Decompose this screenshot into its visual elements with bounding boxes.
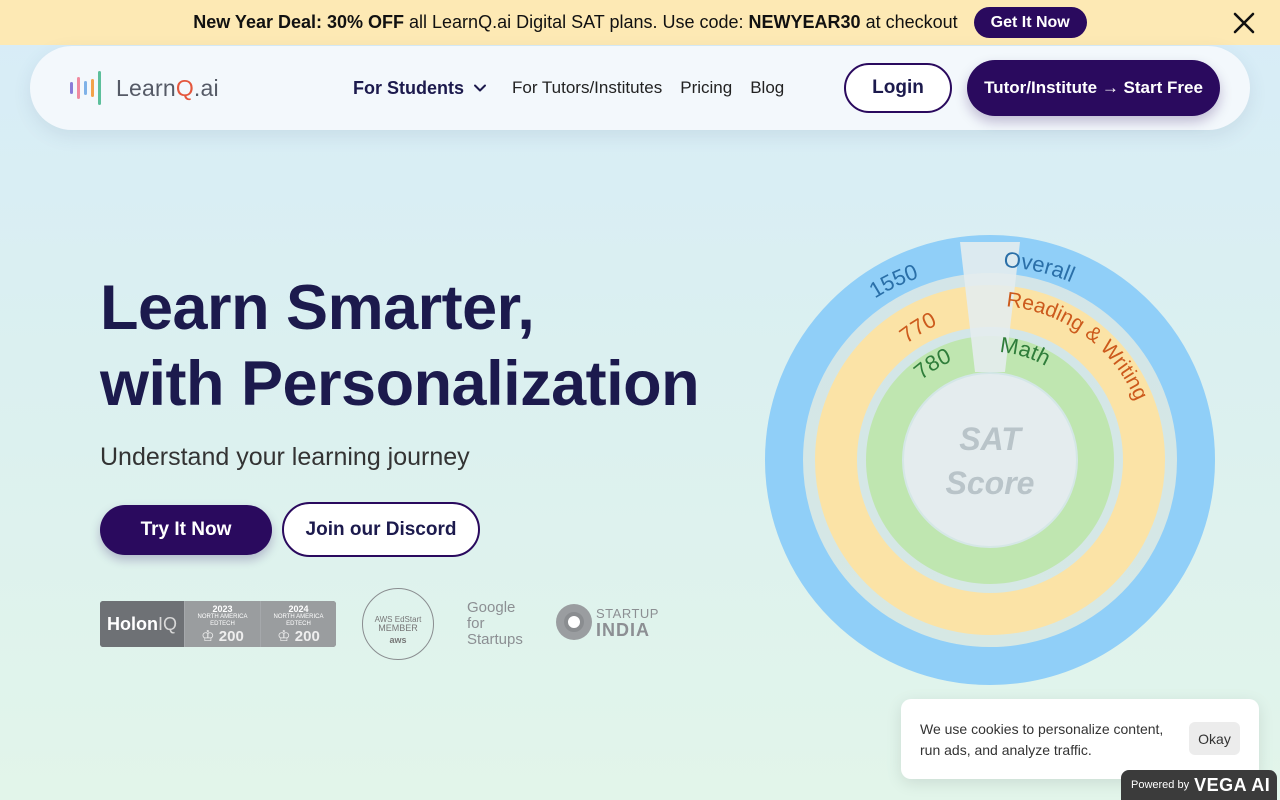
tutor-start-free-button[interactable]: Tutor/Institute → Start Free (967, 60, 1220, 116)
cookie-message: We use cookies to personalize content, r… (920, 721, 1164, 758)
nav-pricing[interactable]: Pricing (680, 78, 732, 98)
award-2024-number: ♔ 200 (277, 628, 320, 645)
get-it-now-button[interactable]: Get It Now (973, 7, 1087, 38)
try-it-now-button[interactable]: Try It Now (100, 505, 272, 555)
startup-start: START (596, 606, 640, 621)
holoniq-award-2023: 2023 NORTH AMERICA EDTECH ♔ 200 (184, 601, 260, 647)
powered-by-label: Powered by (1131, 779, 1190, 791)
chart-center (904, 374, 1076, 546)
award-2024-year: 2024 (288, 604, 309, 614)
holoniq-brand: Holon IQ (100, 601, 184, 647)
promo-code: NEWYEAR30 (748, 12, 861, 32)
startup-india-badge: STARTUP INDIA (556, 604, 659, 640)
cookie-okay-button[interactable]: Okay (1189, 722, 1240, 755)
logo-ai: .ai (193, 74, 219, 101)
cookie-banner: We use cookies to personalize content, r… (901, 699, 1259, 779)
startup-india-text: STARTUP INDIA (596, 606, 659, 640)
award-2023-number: ♔ 200 (201, 628, 244, 645)
startup-india-emblem-icon (556, 604, 592, 640)
hero-heading-line1: Learn Smarter, (100, 273, 535, 343)
holoniq-brand-b: IQ (157, 613, 177, 634)
logo-bars-icon (70, 71, 101, 105)
top-nav: LearnQ.ai For Students For Tutors/Instit… (30, 46, 1250, 130)
join-discord-button[interactable]: Join our Discord (282, 502, 480, 557)
logo-q: Q (175, 74, 194, 101)
logo-wordmark: LearnQ.ai (116, 75, 219, 102)
hero-heading: Learn Smarter, with Personalization (100, 270, 700, 422)
google-line1: Google (467, 599, 516, 616)
vega-brand: VEGA AI (1194, 774, 1271, 795)
holoniq-brand-a: Holon (106, 613, 158, 634)
holoniq-award-2024: 2024 NORTH AMERICA EDTECH ♔ 200 (260, 601, 336, 647)
google-for-startups-badge: Google for Startups (467, 600, 523, 648)
login-button[interactable]: Login (844, 63, 952, 113)
powered-by-vega-badge[interactable]: Powered by VEGA AI (1121, 770, 1277, 800)
promo-tail: at checkout (860, 12, 958, 32)
aws-edstart-badge: AWS EdStart MEMBER aws (362, 588, 434, 660)
promo-deal: New Year Deal: 30% OFF (193, 12, 405, 32)
award-2023-region: NORTH AMERICA (197, 614, 248, 620)
aws-line2: MEMBER (378, 623, 418, 633)
award-2024-num: 200 (294, 628, 320, 645)
learnq-logo[interactable]: LearnQ.ai (70, 68, 219, 108)
award-2023-num: 200 (218, 628, 244, 645)
close-icon[interactable] (1232, 11, 1256, 35)
nav-for-students[interactable]: For Students (353, 78, 488, 99)
center-label-score: Score (946, 465, 1035, 501)
award-2024-region: NORTH AMERICA (273, 614, 324, 620)
holoniq-badge: Holon IQ 2023 NORTH AMERICA EDTECH ♔ 200 … (100, 601, 336, 647)
chevron-down-icon (474, 84, 486, 92)
award-2024-category: EDTECH (286, 621, 311, 627)
hero-subtitle: Understand your learning journey (100, 443, 470, 471)
nav-for-tutors[interactable]: For Tutors/Institutes (512, 78, 662, 98)
startup-india: INDIA (596, 620, 650, 640)
logo-learn: Learn (116, 74, 176, 101)
promo-middle: all LearnQ.ai Digital SAT plans. Use cod… (404, 12, 749, 32)
promo-banner: New Year Deal: 30% OFF all LearnQ.ai Dig… (0, 0, 1280, 45)
nav-menu: For Students For Tutors/Institutes Prici… (353, 46, 802, 130)
award-2023-year: 2023 (212, 604, 233, 614)
center-label-sat: SAT (959, 421, 1023, 457)
google-line3: Startups (467, 631, 523, 648)
aws-line3: aws (389, 635, 407, 645)
nav-blog[interactable]: Blog (750, 78, 784, 98)
startup-up: UP (639, 606, 659, 621)
sat-score-rings: 1550 Overall 770 Reading & Writing 780 M… (765, 235, 1215, 685)
award-2023-category: EDTECH (210, 621, 235, 627)
promo-text: New Year Deal: 30% OFF all LearnQ.ai Dig… (193, 12, 957, 33)
hero-heading-line2: with Personalization (100, 349, 700, 419)
nav-for-students-label: For Students (353, 77, 464, 98)
google-line2: for (467, 615, 485, 632)
